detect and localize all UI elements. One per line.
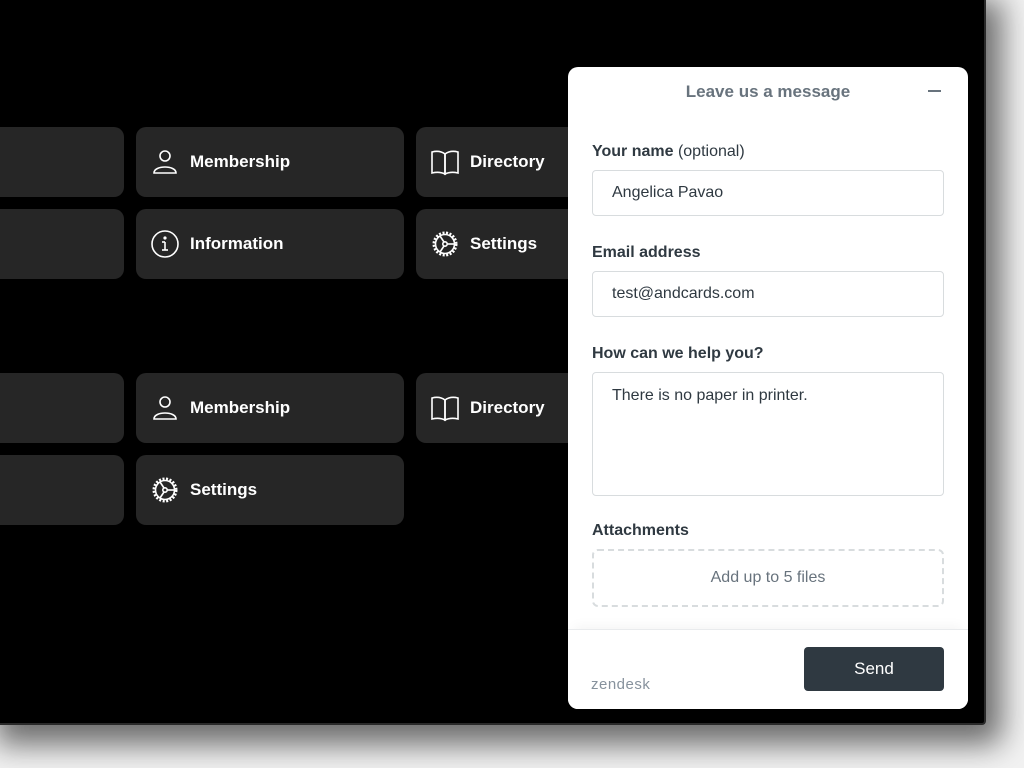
name-input-value: Angelica Pavao bbox=[612, 184, 724, 201]
minimize-button[interactable] bbox=[922, 81, 946, 101]
name-label: Your name (optional) bbox=[592, 143, 944, 161]
tile-label: Directory bbox=[470, 398, 545, 417]
tile-partial-2[interactable] bbox=[0, 209, 124, 279]
message-label: How can we help you? bbox=[592, 345, 764, 362]
message-textarea-value: There is no paper in printer. bbox=[612, 387, 808, 404]
contact-form-widget: Leave us a message Your name (optional) … bbox=[568, 67, 968, 709]
optional-hint: (optional) bbox=[677, 143, 745, 160]
tile-information[interactable]: Information bbox=[136, 209, 404, 279]
tile-label: Directory bbox=[470, 152, 545, 171]
tile-label: Settings bbox=[190, 480, 258, 499]
tile-partial-4[interactable] bbox=[0, 455, 124, 525]
info-icon bbox=[150, 229, 180, 259]
app-screen: Membership Directory Information Setting… bbox=[0, 0, 986, 725]
widget-footer: zendesk Send bbox=[568, 629, 968, 709]
tile-membership-2[interactable]: Membership bbox=[136, 373, 404, 443]
zendesk-logo[interactable]: zendesk bbox=[591, 676, 650, 693]
tile-label: Membership bbox=[190, 398, 291, 417]
send-button[interactable]: Send bbox=[804, 647, 944, 691]
book-icon bbox=[430, 147, 460, 177]
email-input-value: test@andcards.com bbox=[612, 285, 755, 302]
tile-membership[interactable]: Membership bbox=[136, 127, 404, 197]
tile-partial-1[interactable] bbox=[0, 127, 124, 197]
person-icon bbox=[150, 393, 180, 423]
minus-icon bbox=[927, 90, 941, 92]
tile-settings-2[interactable]: Settings bbox=[136, 455, 404, 525]
tile-label: Information bbox=[190, 234, 284, 253]
dropzone-text: Add up to 5 files bbox=[710, 569, 826, 586]
name-input[interactable]: Angelica Pavao bbox=[592, 170, 944, 216]
name-label-text: Your name bbox=[592, 143, 674, 160]
widget-header: Leave us a message bbox=[568, 67, 968, 117]
attachments-dropzone[interactable]: Add up to 5 files bbox=[592, 549, 944, 607]
widget-body: Your name (optional) Angelica Pavao Emai… bbox=[568, 117, 968, 607]
email-input[interactable]: test@andcards.com bbox=[592, 271, 944, 317]
book-icon bbox=[430, 393, 460, 423]
tile-label: Settings bbox=[470, 234, 538, 253]
gear-icon bbox=[150, 475, 180, 505]
widget-title: Leave us a message bbox=[685, 82, 851, 101]
message-textarea[interactable]: There is no paper in printer. bbox=[592, 372, 944, 496]
person-icon bbox=[150, 147, 180, 177]
gear-icon bbox=[430, 229, 460, 259]
attachments-label: Attachments bbox=[592, 522, 689, 539]
email-label: Email address bbox=[592, 244, 701, 261]
tile-label: Membership bbox=[190, 152, 291, 171]
tile-partial-3[interactable] bbox=[0, 373, 124, 443]
